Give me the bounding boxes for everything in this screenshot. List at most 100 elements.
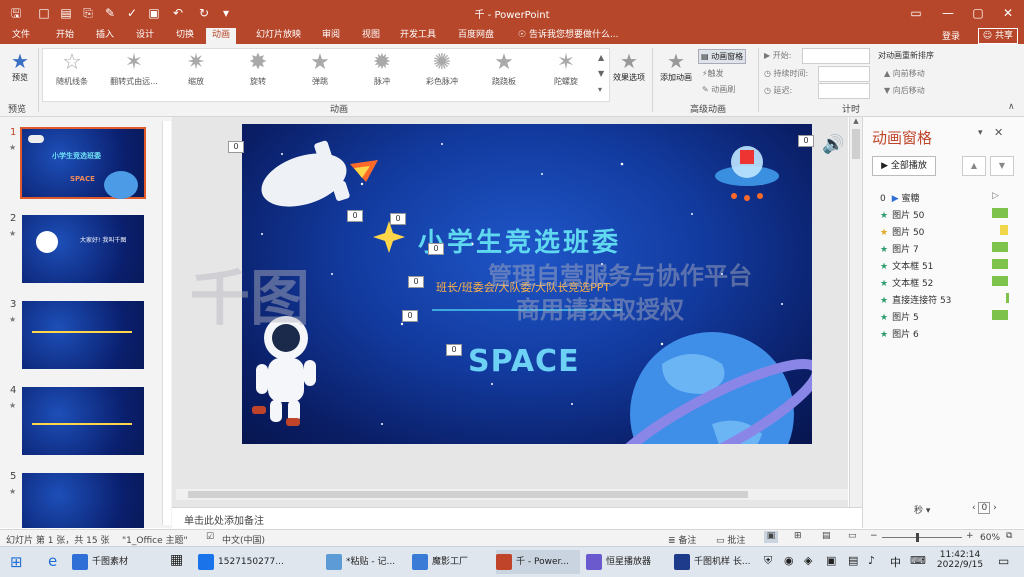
timeline-nav[interactable]: ‹ 0 › [972,502,997,514]
tab-review[interactable]: 审阅 [316,28,346,44]
tray-icon[interactable]: ◉ [784,554,794,567]
anim-item[interactable]: ★ 图片 50 [880,225,924,238]
scroll-thumb[interactable] [852,129,860,159]
timing-bar[interactable] [992,208,1008,218]
pane-options-icon[interactable]: ▾ [978,128,983,138]
animation-painter-button[interactable]: ✎ 动画刷 [702,84,735,95]
move-up-button[interactable]: ▲ [962,156,986,176]
slide-thumbnail[interactable] [22,473,144,528]
timing-bar[interactable] [992,242,1008,252]
effect-random-bars[interactable]: ☆ 随机线条 [44,50,100,87]
h-scroll-thumb[interactable] [188,491,748,498]
taskbar-app[interactable]: 1527150277... [198,550,284,574]
tell-me-box[interactable]: ☉ 告诉我您想要做什么... [512,28,625,44]
slide-thumbnail[interactable] [22,387,144,455]
play-all-button[interactable]: ▶ 全部播放 [872,156,936,176]
taskbar-app[interactable]: *粘贴 - 记... [326,550,408,574]
timing-bar[interactable] [992,259,1008,269]
ime-indicator[interactable]: 中 [890,554,901,570]
notes-toggle[interactable]: ≣ 备注 [668,533,696,546]
editor-vertical-scrollbar[interactable]: ▲ [849,117,862,507]
slide-thumbnail[interactable] [22,301,144,369]
reading-view-icon[interactable]: ▤ [822,531,831,541]
notes-pane[interactable]: 单击此处添加备注 [172,507,862,529]
comments-toggle[interactable]: ▭ 批注 [716,533,745,546]
effect-spin[interactable]: ✸ 旋转 [230,50,286,87]
tab-baidu-netdisk[interactable]: 百度网盘 [452,28,500,44]
tab-insert[interactable]: 插入 [90,28,120,44]
effect-flip[interactable]: ✶ 翻转式由远... [106,50,162,87]
timing-bar[interactable] [992,310,1008,320]
taskbar-app[interactable]: 恒星播放器 [586,550,668,574]
taskbar-app[interactable]: 千图机样 长... [674,550,760,574]
anim-order-tag[interactable]: 0 [347,210,363,222]
zoom-level[interactable]: 60% [980,533,1000,543]
volume-icon[interactable]: ♪ [868,554,875,567]
timing-bar[interactable] [992,276,1008,286]
anim-order-tag[interactable]: 0 [446,344,462,356]
edge-browser-icon[interactable]: e [48,552,57,570]
anim-item[interactable]: ★ 文本框 52 [880,276,933,289]
notification-icon[interactable]: ▭ [998,554,1009,568]
collapse-ribbon-icon[interactable]: ∧ [1008,102,1015,112]
move-earlier-button[interactable]: ▲ 向前移动 [884,68,925,79]
slideshow-icon[interactable]: ▭ [848,531,857,541]
anim-order-tag[interactable]: 0 [408,276,424,288]
tab-design[interactable]: 设计 [130,28,160,44]
duration-spinner[interactable] [818,66,870,82]
input-icon[interactable]: ⌨ [910,554,926,567]
add-animation-button[interactable]: ★ 添加动画 [656,50,696,83]
store-icon[interactable]: ▦ [170,552,183,568]
anim-order-tag[interactable]: 0 [428,243,444,255]
close-icon[interactable]: ✕ [994,3,1022,23]
maximize-icon[interactable]: ▢ [964,3,992,23]
anim-order-tag[interactable]: 0 [390,213,406,225]
tab-transitions[interactable]: 切换 [170,28,200,44]
tab-developer[interactable]: 开发工具 [394,28,442,44]
tab-home[interactable]: 开始 [50,28,80,44]
effect-zoom[interactable]: ✷ 缩放 [168,50,224,87]
taskbar-app[interactable]: 千 - Power... [496,550,580,574]
effect-spinner[interactable]: ✶ 陀螺旋 [538,50,594,87]
tab-animations[interactable]: 动画 [206,28,237,44]
ribbon-display-icon[interactable]: ▭ [902,3,930,23]
windows-start-icon[interactable]: ⊞ [10,553,23,571]
audio-speaker-icon[interactable]: 🔊 [822,134,844,155]
anim-item[interactable]: ★ 图片 7 [880,242,919,255]
tray-icon[interactable]: ▣ [826,554,836,567]
normal-view-icon[interactable]: ▣ [764,531,778,543]
anim-item[interactable]: ★ 图片 5 [880,310,919,323]
trigger-button[interactable]: ⚡触发 [702,68,724,79]
slide-title[interactable]: 小学生竞选班委 [418,222,621,259]
preview-button[interactable]: ★ 预览 [6,50,34,83]
anim-item[interactable]: ★ 文本框 51 [880,259,933,272]
network-icon[interactable]: ▤ [848,554,858,567]
clock[interactable]: 11:42:14 2022/9/15 [934,550,986,570]
anim-order-tag[interactable]: 0 [402,310,418,322]
tray-icon[interactable]: ◈ [804,554,812,567]
zoom-out-icon[interactable]: − [870,531,878,541]
zoom-slider-thumb[interactable] [916,533,919,542]
tab-view[interactable]: 视图 [356,28,386,44]
effect-color-pulse[interactable]: ✺ 彩色脉冲 [414,50,470,87]
anim-item[interactable]: ★ 图片 50 [880,208,924,221]
effect-options-button[interactable]: ★ 效果选项 [612,50,646,83]
anim-item[interactable]: ★ 图片 6 [880,327,919,340]
taskbar-app[interactable]: 千图素材 [72,550,158,574]
anim-item[interactable]: ★ 直接连接符 53 [880,293,951,306]
space-wordart[interactable]: SPACE [468,344,580,379]
timing-bar[interactable] [1006,293,1009,303]
effect-teeter[interactable]: ★ 跷跷板 [476,50,532,87]
pane-close-icon[interactable]: ✕ [994,126,1003,139]
editor-horizontal-scrollbar[interactable] [176,489,848,500]
expand-icon[interactable]: ▷ [992,191,999,201]
scroll-up-icon[interactable]: ▲ [850,117,862,125]
fit-to-window-icon[interactable]: ⧉ [1006,531,1012,541]
move-later-button[interactable]: ▼ 向后移动 [884,85,925,96]
anim-order-tag[interactable]: 0 [228,141,244,153]
gallery-scroll[interactable]: ▲ ▼ ▾ [598,50,604,98]
move-down-button[interactable]: ▼ [990,156,1014,176]
minimize-icon[interactable]: — [934,3,962,23]
tab-slideshow[interactable]: 幻灯片放映 [250,28,307,44]
zoom-in-icon[interactable]: + [966,531,974,541]
